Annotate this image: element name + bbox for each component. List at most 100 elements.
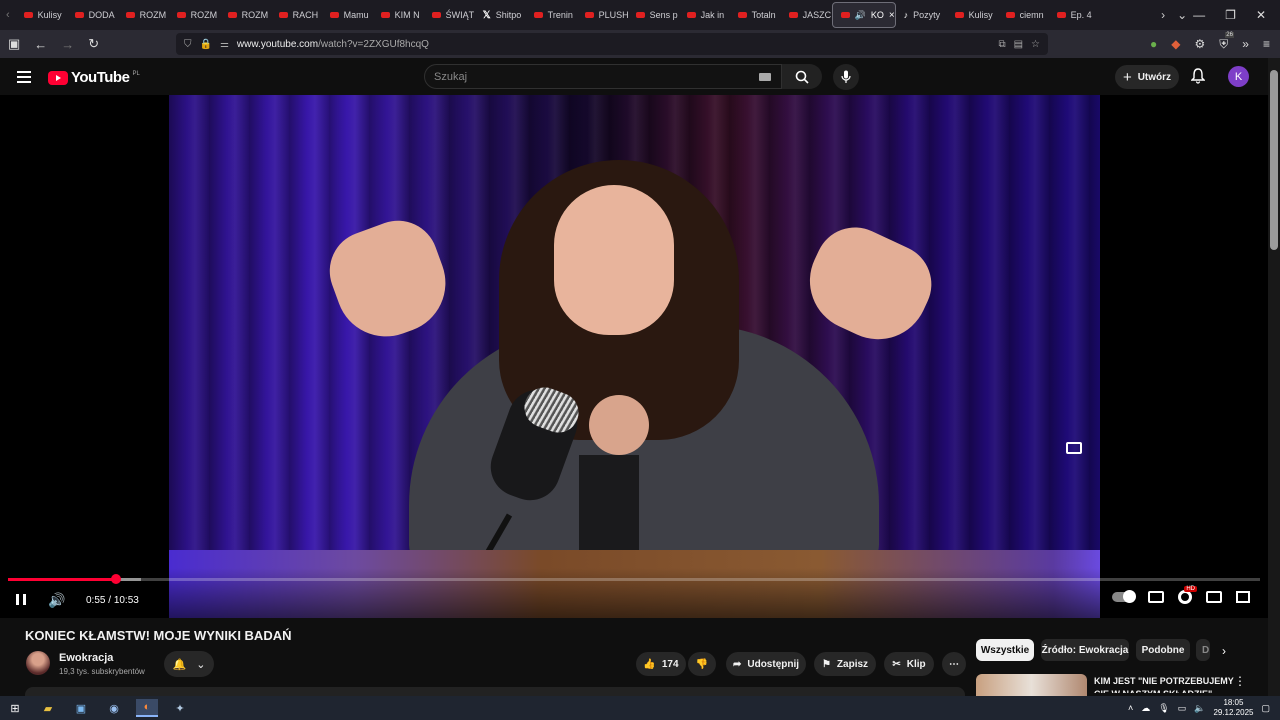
youtube-logo[interactable]: YouTube PL <box>48 69 140 86</box>
address-bar[interactable]: ⛉ 🔒 ⚌ www.youtube.com/watch?v=2ZXGUf8hcq… <box>176 33 1048 55</box>
overflow-chevrons-icon[interactable]: » <box>1242 37 1249 52</box>
tray-overflow-icon[interactable]: ˄ <box>1128 703 1133 713</box>
browser-tab[interactable]: KIM N <box>373 2 424 28</box>
like-button[interactable]: 👍 174 <box>636 652 686 676</box>
settings-gear-icon[interactable]: HD <box>1178 586 1197 604</box>
miniplayer-icon[interactable] <box>1066 442 1082 454</box>
scrollbar-thumb[interactable] <box>1270 70 1278 250</box>
volume-icon[interactable]: 🔊 <box>48 592 65 609</box>
steam-icon[interactable]: ◉ <box>103 699 125 717</box>
browser-tab[interactable]: DODA <box>67 2 118 28</box>
onedrive-icon[interactable]: ☁ <box>1141 703 1150 714</box>
restore-icon[interactable]: ❐ <box>1225 8 1236 22</box>
chip-related[interactable]: Podobne <box>1136 639 1190 661</box>
browser-tab[interactable]: Kulisy <box>16 2 67 28</box>
browser-tab[interactable]: ♪ Pozyty <box>896 2 947 28</box>
more-vertical-icon[interactable]: ⋮ <box>1234 674 1246 688</box>
theater-mode-icon[interactable] <box>1206 591 1222 603</box>
ublock-extension-icon[interactable]: ⛨ 26 <box>1219 31 1234 52</box>
fullscreen-icon[interactable] <box>1236 591 1250 603</box>
sidebar-toggle-icon[interactable]: ▣ <box>8 36 20 52</box>
menu-icon[interactable] <box>17 71 31 86</box>
extensions-puzzle-icon[interactable]: ⚙ <box>1195 37 1206 52</box>
browser-tab[interactable]: ŚWIĄT <box>424 2 475 28</box>
file-explorer-icon[interactable]: ▰ <box>37 699 59 717</box>
app-menu-icon[interactable]: ≡ <box>1263 37 1270 52</box>
chip-from-channel[interactable]: Źródło: Ewokracja <box>1041 639 1129 661</box>
firefox-icon[interactable]: ◐ <box>136 699 158 717</box>
browser-tab[interactable]: Jak in <box>679 2 730 28</box>
shield-icon[interactable]: ⛉ <box>184 39 192 50</box>
browser-tab[interactable]: ROZM <box>118 2 169 28</box>
permissions-icon[interactable]: ⚌ <box>220 39 229 50</box>
window-close-icon[interactable]: ✕ <box>1256 8 1266 22</box>
autoplay-toggle[interactable] <box>1112 590 1136 603</box>
tab-list-chevron-icon[interactable]: ⌄ <box>1177 8 1187 22</box>
reader-view-icon[interactable]: ▤ <box>1014 39 1023 50</box>
tiktok-icon: ♪ <box>903 10 909 20</box>
picture-in-picture-icon[interactable]: ⧉ <box>998 39 1005 50</box>
browser-tab[interactable]: Kulisy <box>947 2 998 28</box>
close-tab-icon[interactable]: × <box>889 10 895 21</box>
control-panel-icon[interactable]: ▣ <box>70 699 92 717</box>
back-icon[interactable]: ← <box>34 37 47 52</box>
lock-icon[interactable]: 🔒 <box>200 39 212 50</box>
browser-tab[interactable]: 𝕏 Shitpo <box>475 2 526 28</box>
dislike-button[interactable]: 👎 <box>688 652 716 676</box>
chevron-right-icon[interactable]: › <box>1222 644 1226 658</box>
bookmark-star-icon[interactable]: ☆ <box>1031 39 1040 50</box>
chip-partial[interactable]: D <box>1196 639 1210 661</box>
fox-extension-icon[interactable]: ◆ <box>1171 37 1180 52</box>
browser-tab[interactable]: Trenin <box>526 2 577 28</box>
browser-tab[interactable]: Ep. 4 <box>1049 2 1100 28</box>
tab-scroll-right-icon[interactable]: › <box>1161 8 1165 22</box>
progress-scrubber-handle[interactable] <box>110 574 121 584</box>
browser-tab[interactable]: ciemn <box>998 2 1049 28</box>
browser-tab[interactable]: RACH <box>271 2 322 28</box>
notifications-bell-icon[interactable] <box>1190 68 1206 89</box>
browser-tab[interactable]: ROZM <box>220 2 271 28</box>
more-actions-button[interactable]: ⋯ <box>942 652 966 676</box>
channel-avatar[interactable] <box>26 651 50 675</box>
video-frame[interactable] <box>169 95 1100 618</box>
volume-tray-icon[interactable]: 🔈 <box>1194 703 1205 714</box>
app-icon[interactable]: ✦ <box>169 699 191 717</box>
clip-button[interactable]: ✂ Klip <box>884 652 934 676</box>
voice-search-button[interactable] <box>833 64 859 90</box>
network-icon[interactable]: ▭ <box>1178 703 1187 714</box>
search-input[interactable]: Szukaj <box>424 64 782 89</box>
pause-icon[interactable] <box>16 594 26 605</box>
minimize-icon[interactable]: — <box>1193 8 1205 22</box>
browser-tab[interactable]: Totaln <box>730 2 781 28</box>
progress-bar[interactable] <box>8 574 1260 584</box>
forward-icon[interactable]: → <box>61 37 74 52</box>
browser-tab[interactable]: PLUSH <box>577 2 628 28</box>
recommended-video-thumbnail[interactable] <box>976 674 1087 698</box>
search-button[interactable] <box>782 64 822 89</box>
channel-name[interactable]: Ewokracja <box>59 652 113 664</box>
taskbar-clock[interactable]: 18:05 29.12.2025 <box>1213 698 1253 718</box>
chip-all[interactable]: Wszystkie <box>976 639 1034 661</box>
browser-tab[interactable]: ROZM <box>169 2 220 28</box>
windows-start-icon[interactable]: ⊞ <box>4 699 26 717</box>
keyboard-icon[interactable] <box>759 73 771 81</box>
reload-icon[interactable]: ↻ <box>88 36 99 52</box>
notifications-icon[interactable]: ▢ <box>1261 703 1270 714</box>
video-player[interactable] <box>0 95 1268 618</box>
page-scrollbar[interactable] <box>1268 58 1280 698</box>
browser-tab[interactable]: Sens p <box>628 2 679 28</box>
account-avatar[interactable]: K <box>1228 66 1249 87</box>
browser-tab[interactable]: Mamu <box>322 2 373 28</box>
subscription-notifications-button[interactable]: 🔔 ⌄ <box>164 651 214 677</box>
browser-tab-active[interactable]: 🔊 KO × <box>831 2 896 28</box>
share-button[interactable]: ➦ Udostępnij <box>726 652 806 676</box>
tab-scroll-left-icon[interactable]: ‹ <box>0 9 16 21</box>
create-button[interactable]: + Utwórz <box>1115 65 1179 89</box>
save-button[interactable]: ⚑ Zapisz <box>814 652 876 676</box>
browser-tab[interactable]: JASZC <box>781 2 832 28</box>
recommended-video-title[interactable]: KIM JEST "NIE POTRZEBUJEMY CIĘ W NASZYM … <box>1094 675 1234 693</box>
microphone-tray-icon[interactable]: 🎙 <box>1158 703 1169 714</box>
vpn-extension-icon[interactable]: ● <box>1150 37 1157 52</box>
subtitles-icon[interactable] <box>1148 591 1164 603</box>
speaker-icon[interactable]: 🔊 <box>855 10 866 21</box>
